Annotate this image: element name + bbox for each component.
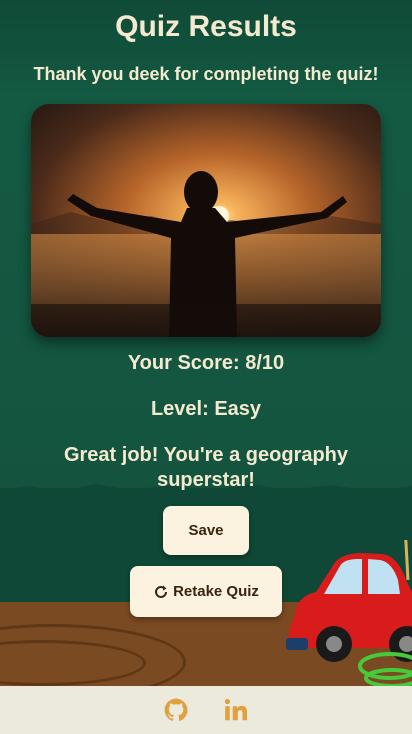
result-message: Great job! You're a geography superstar! (63, 444, 349, 491)
retake-button-label: Retake Quiz (173, 583, 259, 600)
level-text: Level: Easy (150, 398, 262, 420)
toy-car-illustration (286, 540, 412, 686)
refresh-icon (153, 584, 169, 600)
score-text: Your Score: 8/10 (127, 352, 285, 374)
save-button[interactable]: Save (163, 506, 249, 555)
retake-quiz-button[interactable]: Retake Quiz (130, 566, 282, 617)
hero-image (31, 104, 381, 337)
footer (0, 686, 412, 734)
save-button-label: Save (188, 522, 224, 539)
thank-you-text: Thank you deek for completing the quiz! (33, 64, 379, 84)
github-icon[interactable] (162, 696, 190, 724)
page-title: Quiz Results (115, 10, 297, 43)
linkedin-icon[interactable] (222, 696, 250, 724)
